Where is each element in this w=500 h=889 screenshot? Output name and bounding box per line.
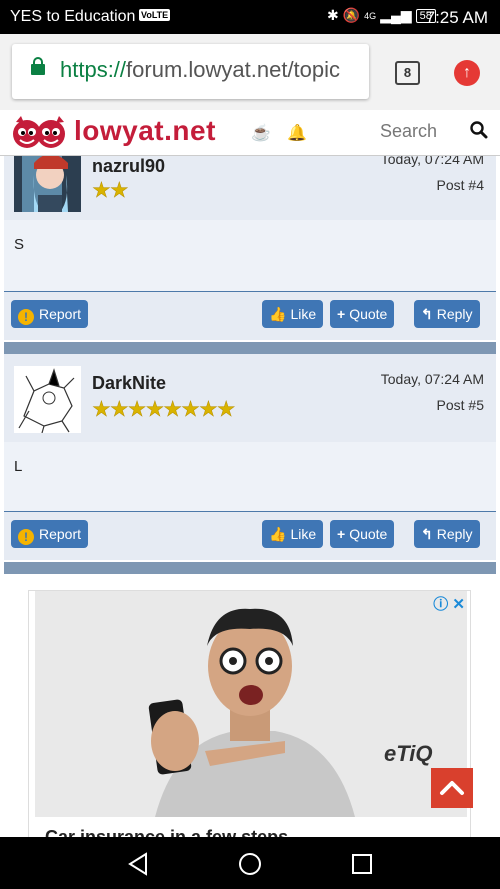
post-separator: [4, 562, 496, 574]
report-button[interactable]: ! Report: [11, 300, 89, 328]
reply-arrow-icon: ↰: [421, 526, 433, 542]
lock-icon: [31, 57, 45, 75]
reply-button[interactable]: ↰ Reply: [414, 300, 480, 328]
plus-icon: +: [337, 526, 346, 542]
status-time: 7:25 AM: [425, 8, 488, 27]
ad-brand-logo: eTiQ: [384, 741, 433, 766]
warning-icon: !: [18, 529, 34, 545]
address-bar[interactable]: https://forum.lowyat.net/topic: [12, 44, 369, 99]
url-host-path: forum.lowyat.net/topic: [126, 57, 341, 82]
report-label: Report: [39, 526, 82, 542]
report-label: Report: [39, 306, 82, 322]
post-time: Today, 07:24 AM: [380, 371, 484, 387]
advertisement[interactable]: ⓘ ✕ eTiQ Car insurance in a few steps: [28, 590, 471, 837]
ad-info-icon[interactable]: ⓘ ✕: [433, 593, 465, 614]
reply-label: Reply: [436, 526, 473, 542]
coffee-cup-icon[interactable]: ☕: [251, 123, 271, 143]
status-bar: YES to Education VoLTE ✱ 🔕 4G ▂▄▆ 58 7:2…: [0, 0, 500, 34]
mute-icon: 🔕: [342, 7, 361, 23]
post-number[interactable]: Post #4: [437, 177, 484, 193]
url-scheme: https://: [60, 57, 127, 82]
user-avatar[interactable]: [14, 156, 81, 212]
signal-label: 4G: [364, 10, 377, 21]
site-header: lowyat.net ☕ 🔔 Search: [0, 110, 500, 156]
post-text: S: [14, 236, 25, 253]
scroll-to-top-button[interactable]: [431, 768, 473, 808]
user-rank-stars: ★★★★★★★★: [92, 398, 236, 422]
site-logo-text[interactable]: lowyat.net: [74, 115, 216, 147]
ad-image[interactable]: [35, 591, 467, 817]
like-label: Like: [290, 526, 317, 542]
quote-button[interactable]: + Quote: [330, 300, 395, 328]
status-icons: ✱ 🔕 4G ▂▄▆ 58: [327, 7, 436, 24]
user-avatar[interactable]: [14, 366, 81, 433]
post-username[interactable]: nazrul90: [92, 156, 165, 177]
reply-label: Reply: [436, 306, 473, 322]
post-body: S: [4, 220, 496, 292]
home-icon[interactable]: [237, 851, 263, 877]
like-label: Like: [290, 306, 317, 322]
bell-icon[interactable]: 🔔: [287, 123, 307, 143]
quote-button[interactable]: + Quote: [330, 520, 395, 548]
like-button[interactable]: 👍 Like: [262, 300, 324, 328]
tab-switcher-button[interactable]: 8: [395, 61, 420, 85]
user-rank-stars: ★★: [92, 179, 129, 203]
thumbs-up-icon: 👍: [269, 526, 287, 542]
chevron-up-icon: [440, 781, 464, 795]
post-text: L: [14, 458, 23, 475]
post-header: DarkNite ★★★★★★★★ Today, 07:24 AM Post #…: [4, 354, 496, 442]
search-label[interactable]: Search: [380, 121, 437, 142]
signal-bars-icon: ▂▄▆: [380, 7, 412, 23]
thread-content: nazrul90 ★★ Today, 07:24 AM Post #4 S ! R…: [0, 156, 500, 837]
browser-toolbar: https://forum.lowyat.net/topic 8 ↑: [0, 34, 500, 110]
update-arrow-icon[interactable]: ↑: [454, 60, 480, 86]
reply-button[interactable]: ↰ Reply: [414, 520, 480, 548]
back-icon[interactable]: [126, 851, 152, 877]
thumbs-up-icon: 👍: [269, 306, 287, 322]
search-icon[interactable]: [469, 120, 489, 140]
post-number[interactable]: Post #5: [437, 397, 484, 413]
post-header: nazrul90 ★★ Today, 07:24 AM Post #4: [4, 156, 496, 220]
report-button[interactable]: ! Report: [11, 520, 89, 548]
post-actions: ! Report 👍 Like + Quote ↰ Reply: [4, 292, 496, 340]
bluetooth-icon: ✱: [327, 7, 339, 23]
carrier-name: YES to Education: [10, 8, 136, 25]
ad-title[interactable]: Car insurance in a few steps: [45, 827, 288, 837]
volte-badge: VoLTE: [139, 9, 171, 21]
plus-icon: +: [337, 306, 346, 322]
post-actions: ! Report 👍 Like + Quote ↰ Reply: [4, 512, 496, 560]
quote-label: Quote: [349, 306, 388, 322]
lowyat-logo-icon[interactable]: [12, 116, 68, 150]
reply-arrow-icon: ↰: [421, 306, 433, 322]
like-button[interactable]: 👍 Like: [262, 520, 324, 548]
system-nav-bar: [0, 837, 500, 889]
post-separator: [4, 342, 496, 354]
post-username[interactable]: DarkNite: [92, 373, 166, 394]
post-time: Today, 07:24 AM: [380, 156, 484, 167]
url-text[interactable]: https://forum.lowyat.net/topic: [60, 57, 340, 83]
post-body: L: [4, 442, 496, 512]
warning-icon: !: [18, 309, 34, 325]
recent-apps-icon[interactable]: [349, 851, 375, 877]
quote-label: Quote: [349, 526, 388, 542]
